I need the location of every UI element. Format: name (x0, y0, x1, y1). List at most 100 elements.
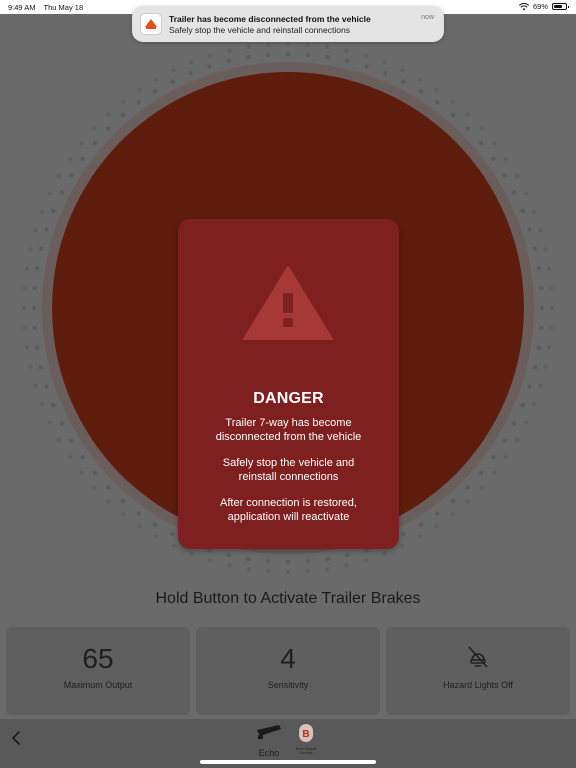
dial-dot (121, 99, 126, 104)
dial-dot (531, 209, 536, 214)
dial-dot (536, 266, 542, 271)
status-time: 9:49 AM (8, 2, 36, 12)
dial-dot (106, 499, 111, 504)
dial-dot (153, 89, 158, 94)
dial-dot (31, 305, 37, 311)
dial-dot (22, 286, 27, 291)
dial-dot (154, 534, 158, 539)
dial-dot (523, 420, 528, 425)
dial-dot (325, 54, 330, 60)
dial-dot (400, 68, 405, 73)
dial-dot (44, 227, 49, 232)
dial-dot (80, 455, 85, 460)
battery-percent: 69% (532, 2, 548, 11)
dial-dot (514, 174, 519, 178)
dial-dot (170, 79, 175, 84)
dial-dot (364, 64, 369, 69)
dial-dot (523, 191, 528, 196)
danger-message-line: reinstall connections (238, 470, 339, 483)
dial-dot (32, 325, 37, 331)
dial-dot (502, 438, 507, 443)
dial-dot (189, 60, 194, 65)
dial-dot (246, 54, 251, 60)
dial-dot (504, 454, 509, 459)
chevron-left-icon[interactable] (8, 729, 26, 747)
dial-dot (450, 512, 455, 517)
danger-message-line: application will reactivate (227, 510, 350, 523)
dial-dot (246, 556, 251, 562)
dial-dot (285, 51, 291, 57)
hazard-lights-off-icon (468, 646, 488, 668)
dial-dot (382, 551, 387, 556)
dial-dot (266, 42, 271, 47)
dial-dot (549, 325, 554, 330)
dial-dot (418, 89, 423, 94)
danger-message-line: disconnected from the vehicle (215, 430, 362, 443)
dial-dot (450, 99, 455, 104)
dial-dot (383, 71, 388, 76)
dial-dot (345, 58, 350, 64)
dial-dot (80, 156, 85, 161)
notification-title: Trailer has become disconnected from the… (169, 14, 371, 24)
notification-body: Safely stop the vehicle and reinstall co… (169, 25, 350, 35)
dial-dot (325, 44, 330, 49)
dial-dot (305, 42, 310, 47)
dial-dot (22, 306, 26, 310)
dial-dot (543, 247, 548, 252)
danger-message-reactivate: After connection is restored, applicatio… (188, 497, 389, 524)
dial-dot (106, 126, 111, 131)
dial-dot (539, 325, 544, 331)
notification-banner[interactable]: Trailer has become disconnected from the… (132, 6, 444, 42)
dial-dot (24, 266, 29, 271)
svg-text:B: B (302, 729, 309, 740)
sensitivity-label: Sensitivity (267, 680, 309, 690)
dial-dot (266, 569, 271, 574)
maximum-output-label: Maximum Output (63, 680, 133, 690)
dial-dot (136, 511, 141, 516)
dial-dot (285, 559, 291, 565)
dial-dot (67, 454, 72, 459)
dial-dot (121, 512, 126, 517)
dial-dot (527, 384, 532, 389)
sensitivity-card[interactable]: 4 Sensitivity (196, 627, 380, 715)
dial-dot (479, 485, 484, 490)
dial-dot (207, 64, 212, 69)
dial-dot (28, 364, 33, 369)
echo-device-icon (257, 725, 281, 739)
dial-dot (34, 266, 40, 271)
status-right: 69% (518, 2, 569, 11)
dial-dot (538, 228, 543, 233)
dial-dot (28, 247, 33, 252)
dial-dot (208, 53, 213, 58)
dial-dot (153, 522, 158, 527)
dial-dot (418, 77, 422, 82)
dial-dot (171, 543, 176, 548)
home-indicator[interactable] (200, 760, 376, 764)
dial-dot (527, 227, 532, 232)
activate-brakes-prompt: Hold Button to Activate Trailer Brakes (155, 590, 421, 607)
dial-dot (344, 48, 349, 53)
tab-manual-override[interactable]: B Echo Manual Override (291, 723, 321, 763)
dial-dot (59, 190, 64, 195)
dial-dot (189, 551, 194, 556)
dial-dot (67, 157, 72, 162)
sensitivity-value: 4 (280, 643, 296, 674)
maximum-output-card[interactable]: 65 Maximum Output (6, 627, 190, 715)
tab-echo[interactable]: Echo (253, 723, 285, 763)
dial-dot (208, 558, 213, 563)
dial-dot (435, 100, 440, 105)
dial-dot (547, 345, 552, 350)
dial-dot (520, 403, 525, 408)
dial-dot (450, 112, 456, 118)
dial-dot (400, 543, 405, 548)
dial-dot (51, 403, 56, 408)
dial-dot (418, 534, 422, 539)
notification-time: now (421, 14, 434, 21)
hazard-lights-card[interactable]: Hazard Lights Off (386, 627, 570, 715)
dial-dot (265, 559, 271, 564)
danger-message-line: Trailer 7-way has become (225, 417, 352, 429)
dial-dot (492, 141, 497, 146)
dial-dot (79, 141, 84, 146)
dial-dot (44, 384, 49, 389)
dial-dot (33, 383, 38, 388)
